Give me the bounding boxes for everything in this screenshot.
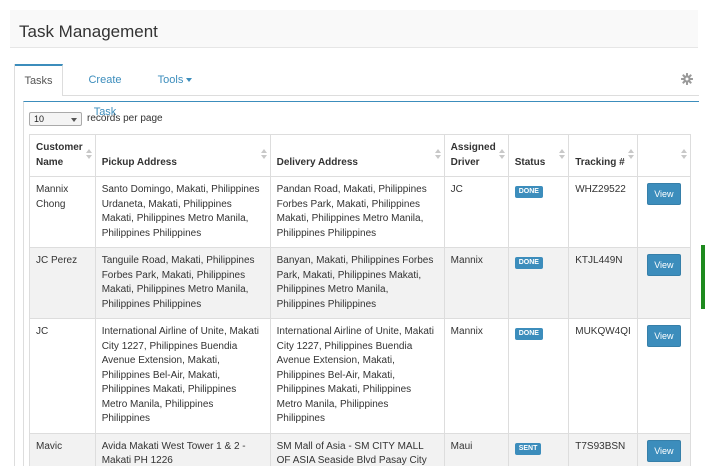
status-badge: DONE bbox=[514, 186, 543, 198]
cell-status: DONE bbox=[507, 247, 570, 319]
tab-tools[interactable]: Tools bbox=[155, 64, 195, 96]
cell-actions: View bbox=[636, 318, 692, 434]
column-header-pickup-address[interactable]: Pickup Address bbox=[94, 134, 271, 177]
view-button[interactable]: View bbox=[646, 325, 681, 347]
cell-driver: Mannix bbox=[443, 247, 509, 319]
view-button[interactable]: View bbox=[646, 439, 681, 462]
column-header-delivery-address[interactable]: Delivery Address bbox=[269, 134, 445, 177]
records-per-page-select[interactable]: 10 bbox=[29, 112, 82, 126]
view-button[interactable]: View bbox=[646, 183, 681, 205]
cell-tracking: MUKQW4QI bbox=[568, 318, 638, 434]
cell-delivery: International Airline of Unite, Makati C… bbox=[269, 318, 445, 434]
status-badge: DONE bbox=[514, 328, 543, 340]
cell-tracking: T7S93BSN bbox=[568, 432, 638, 466]
cell-actions: View bbox=[636, 247, 692, 319]
tab-tools-label: Tools bbox=[157, 74, 184, 86]
status-badge: SENT bbox=[514, 442, 542, 455]
side-indicator-bar bbox=[701, 245, 705, 309]
sort-icon bbox=[627, 149, 634, 159]
select-arrow-icon bbox=[71, 118, 77, 122]
tab-tasks[interactable]: Tasks bbox=[15, 64, 63, 96]
sort-icon bbox=[434, 149, 441, 159]
cell-actions: View bbox=[636, 432, 692, 466]
tasks-table: Customer Name Pickup Address Delivery Ad… bbox=[29, 134, 692, 466]
table-row: JC International Airline of Unite, Makat… bbox=[29, 318, 692, 434]
sort-icon bbox=[559, 149, 566, 159]
cell-status: DONE bbox=[507, 318, 570, 434]
cell-pickup: Avida Makati West Tower 1 & 2 - Makati P… bbox=[94, 432, 271, 466]
column-header-actions[interactable] bbox=[636, 134, 692, 177]
column-header-tracking[interactable]: Tracking # bbox=[568, 134, 638, 177]
cell-customer: JC Perez bbox=[29, 247, 96, 319]
status-badge: DONE bbox=[514, 257, 543, 269]
cell-pickup: Santo Domingo, Makati, Philippines Urdan… bbox=[94, 176, 271, 248]
tab-divider bbox=[63, 95, 699, 96]
cell-delivery: Banyan, Makati, Philippines Forbes Park,… bbox=[269, 247, 445, 319]
sort-icon bbox=[498, 149, 505, 159]
records-per-page-label: records per page bbox=[87, 113, 163, 124]
cell-delivery: SM Mall of Asia - SM CITY MALL OF ASIA S… bbox=[269, 432, 445, 466]
cell-customer: Mannix Chong bbox=[29, 176, 96, 248]
page-header: Task Management bbox=[10, 10, 698, 48]
cell-driver: Maui bbox=[443, 432, 509, 466]
cell-pickup: Tanguile Road, Makati, Philippines Forbe… bbox=[94, 247, 271, 319]
sort-icon bbox=[681, 149, 687, 159]
cell-driver: JC bbox=[443, 176, 509, 248]
gear-icon[interactable] bbox=[681, 73, 693, 85]
cell-pickup: International Airline of Unite, Makati C… bbox=[94, 318, 271, 434]
caret-down-icon bbox=[186, 78, 193, 83]
cell-driver: Mannix bbox=[443, 318, 509, 434]
cell-delivery: Pandan Road, Makati, Philippines Forbes … bbox=[269, 176, 445, 248]
table-header-row: Customer Name Pickup Address Delivery Ad… bbox=[29, 134, 692, 177]
cell-customer: JC bbox=[29, 318, 96, 434]
records-per-page-value: 10 bbox=[34, 114, 45, 124]
table-row: Mannix Chong Santo Domingo, Makati, Phil… bbox=[29, 176, 692, 248]
view-button[interactable]: View bbox=[646, 254, 681, 276]
page-title: Task Management bbox=[19, 22, 158, 41]
tab-create-task[interactable]: Create Task bbox=[77, 64, 133, 118]
column-header-status[interactable]: Status bbox=[507, 134, 570, 177]
cell-tracking: WHZ29522 bbox=[568, 176, 638, 248]
sort-icon bbox=[260, 149, 267, 159]
cell-customer: Mavic bbox=[29, 432, 96, 466]
column-header-assigned-driver[interactable]: Assigned Driver bbox=[443, 134, 509, 177]
cell-tracking: KTJL449N bbox=[568, 247, 638, 319]
cell-status: DONE bbox=[507, 176, 570, 248]
sort-icon bbox=[85, 149, 92, 159]
column-header-customer-name[interactable]: Customer Name bbox=[29, 134, 96, 177]
tab-bar: Tasks Create Task Tools bbox=[15, 64, 699, 118]
table-row: Mavic Avida Makati West Tower 1 & 2 - Ma… bbox=[29, 432, 692, 466]
cell-actions: View bbox=[636, 176, 692, 248]
table-row: JC Perez Tanguile Road, Makati, Philippi… bbox=[29, 247, 692, 319]
cell-status: SENT bbox=[507, 432, 570, 466]
